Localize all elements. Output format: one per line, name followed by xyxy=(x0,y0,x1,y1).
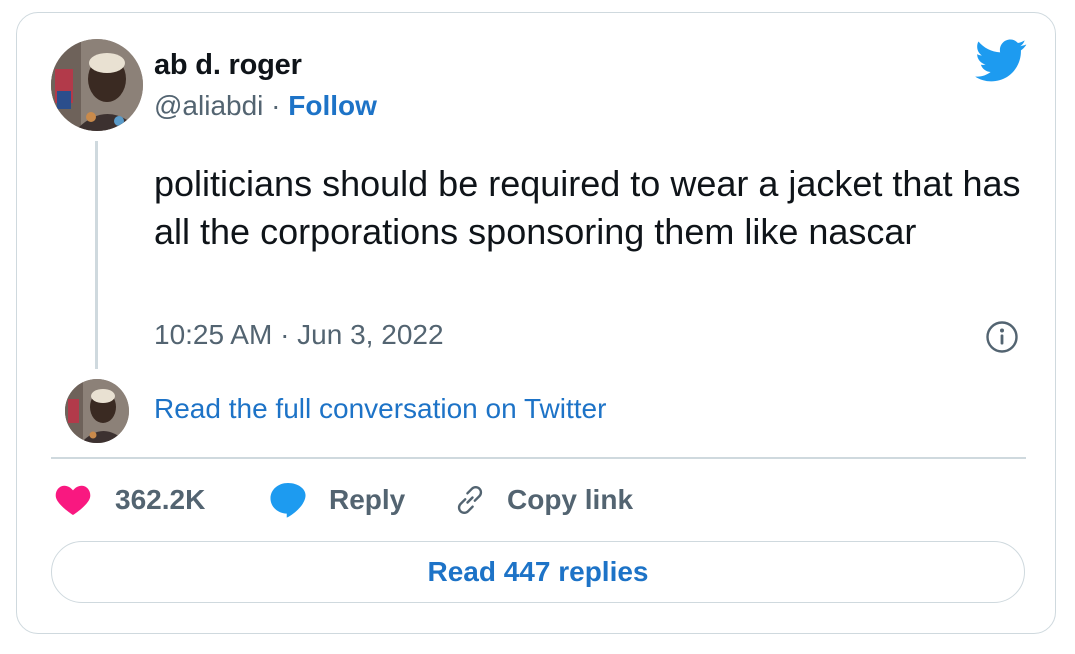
read-replies-label: Read 447 replies xyxy=(427,556,649,587)
tweet-card: ab d. roger @aliabdi · Follow politician… xyxy=(16,12,1056,634)
tweet-timestamp[interactable]: 10:25 AM · Jun 3, 2022 xyxy=(154,319,444,351)
reply-label: Reply xyxy=(329,484,406,515)
conversation-avatar[interactable] xyxy=(65,379,129,443)
heart-icon xyxy=(55,485,91,515)
author-avatar[interactable] xyxy=(51,39,143,131)
tweet-text: politicians should be required to wear a… xyxy=(154,163,1021,252)
divider xyxy=(51,457,1026,459)
copy-link-label: Copy link xyxy=(507,484,634,515)
link-icon xyxy=(457,485,483,515)
like-button[interactable]: 362.2K xyxy=(55,480,205,520)
thread-line xyxy=(95,141,98,369)
read-conversation-link[interactable]: Read the full conversation on Twitter xyxy=(154,393,606,425)
copy-link-button[interactable]: Copy link xyxy=(453,480,633,520)
avatar-photo xyxy=(51,39,143,131)
speech-bubble-icon xyxy=(270,482,306,518)
author-display-name[interactable]: ab d. roger xyxy=(154,49,302,82)
author-handle-row: @aliabdi · Follow xyxy=(154,90,377,122)
like-count: 362.2K xyxy=(115,484,206,515)
avatar-photo xyxy=(65,379,129,443)
reply-button[interactable]: Reply xyxy=(269,480,405,520)
twitter-bird-icon[interactable] xyxy=(975,39,1027,83)
info-icon[interactable] xyxy=(985,320,1019,354)
follow-link[interactable]: Follow xyxy=(288,90,377,121)
read-replies-button[interactable]: Read 447 replies xyxy=(51,541,1025,603)
handle-separator: · xyxy=(263,90,289,121)
author-handle[interactable]: @aliabdi xyxy=(154,90,263,121)
